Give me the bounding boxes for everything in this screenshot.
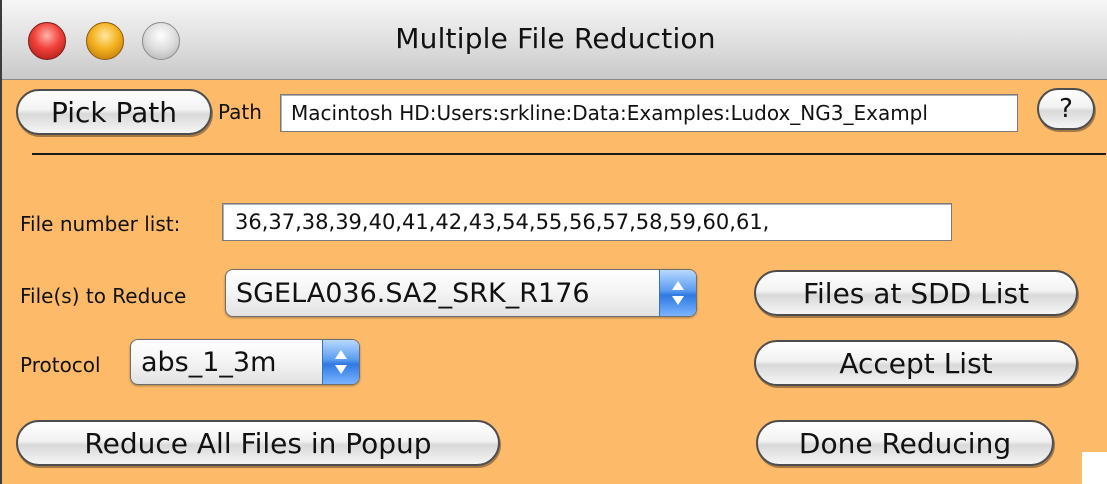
title-bar[interactable]: Multiple File Reduction [2,0,1107,80]
path-field[interactable]: Macintosh HD:Users:srkline:Data:Examples… [280,94,1018,132]
window-title: Multiple File Reduction [395,22,716,55]
updown-arrows-icon [659,270,696,316]
protocol-selected: abs_1_3m [141,346,277,378]
file-number-list-label: File number list: [20,212,181,236]
pick-path-button[interactable]: Pick Path [16,89,212,135]
divider [32,153,1106,155]
files-to-reduce-label: File(s) to Reduce [20,284,187,308]
multiple-file-reduction-window: Multiple File Reduction Pick Path Path M… [0,0,1107,484]
files-at-sdd-list-button[interactable]: Files at SDD List [754,270,1078,316]
window-corner [1082,452,1107,484]
done-reducing-button[interactable]: Done Reducing [756,420,1054,466]
protocol-popup[interactable]: abs_1_3m [130,339,360,385]
updown-arrows-icon [322,340,359,384]
files-to-reduce-popup[interactable]: SGELA036.SA2_SRK_R176 [225,269,697,317]
help-button[interactable]: ? [1037,88,1095,130]
accept-list-button[interactable]: Accept List [754,340,1078,386]
reduce-all-files-button[interactable]: Reduce All Files in Popup [16,420,500,466]
path-label: Path [218,100,262,124]
files-to-reduce-selected: SGELA036.SA2_SRK_R176 [236,277,590,309]
file-number-list-field[interactable]: 36,37,38,39,40,41,42,43,54,55,56,57,58,5… [222,203,952,241]
protocol-label: Protocol [20,353,101,377]
